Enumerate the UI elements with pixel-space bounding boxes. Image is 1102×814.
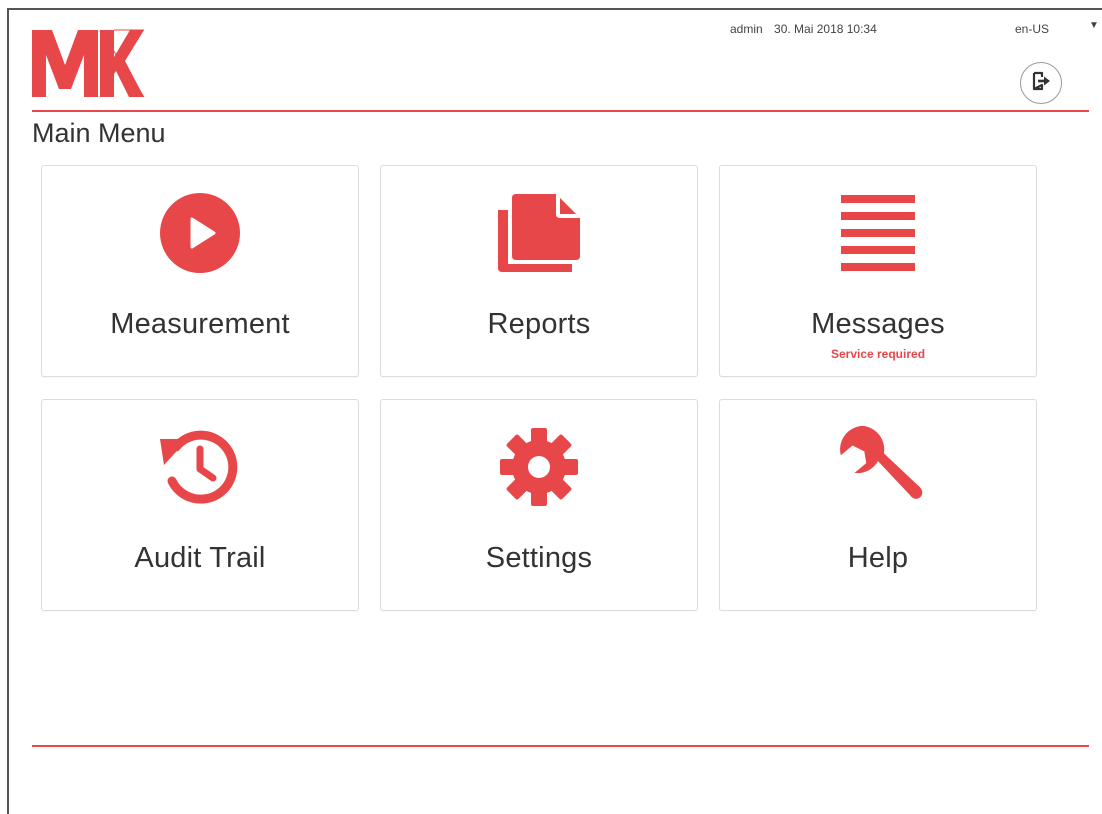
header-divider (32, 110, 1089, 112)
wrench-icon (833, 422, 923, 512)
tile-label: Reports (487, 308, 591, 340)
page-title: Main Menu (32, 118, 166, 148)
current-datetime: 30. Mai 2018 10:34 (774, 22, 877, 36)
logout-icon (1030, 70, 1052, 97)
tile-label: Messages (811, 308, 945, 340)
footer-divider (32, 745, 1089, 747)
tile-label: Help (847, 542, 909, 574)
tile-label: Audit Trail (134, 542, 266, 574)
tile-measurement[interactable]: Measurement (41, 165, 359, 377)
tile-messages[interactable]: Messages Service required (719, 165, 1037, 377)
tile-audit-trail[interactable]: Audit Trail (41, 399, 359, 611)
current-user: admin (730, 22, 763, 36)
tile-reports[interactable]: Reports (380, 165, 698, 377)
gear-icon (494, 422, 584, 512)
tile-label: Settings (485, 542, 593, 574)
list-icon (833, 188, 923, 278)
tile-label: Measurement (110, 308, 290, 340)
chevron-down-icon[interactable]: ▼ (1089, 20, 1099, 31)
header-user-datetime: admin 30. Mai 2018 10:34 (730, 22, 877, 36)
documents-icon (494, 188, 584, 278)
tile-help[interactable]: Help (719, 399, 1037, 611)
play-icon (155, 188, 245, 278)
logout-button[interactable] (1020, 62, 1062, 104)
tile-settings[interactable]: Settings (380, 399, 698, 611)
brand-logo (30, 27, 146, 99)
language-selector[interactable]: en-US (1015, 22, 1049, 36)
status-badge: Service required (830, 347, 926, 361)
history-icon (155, 422, 245, 512)
